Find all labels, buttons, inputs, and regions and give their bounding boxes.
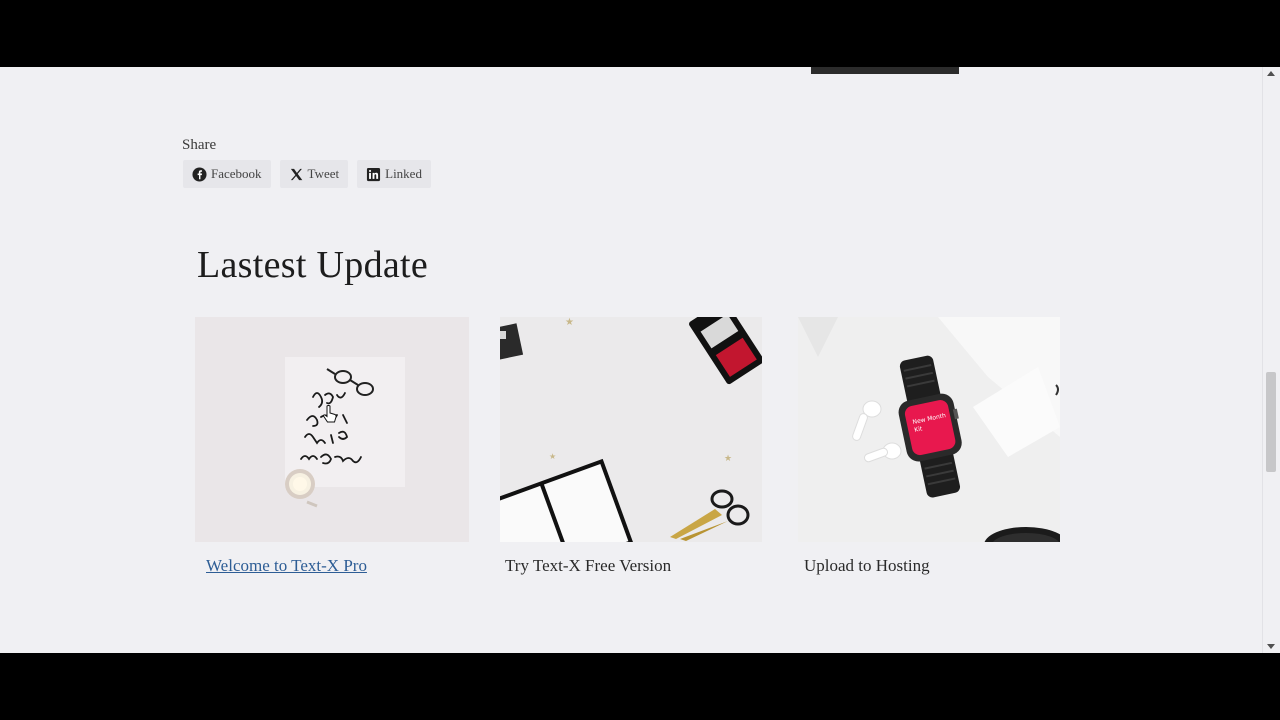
share-buttons: Facebook Tweet Linked bbox=[183, 160, 431, 188]
linkedin-icon bbox=[366, 167, 381, 182]
hand-cursor-icon bbox=[323, 405, 337, 423]
page-viewport: Share Facebook Tweet Linked Lastest Upda… bbox=[0, 67, 1280, 653]
share-tweet-button[interactable]: Tweet bbox=[279, 160, 349, 188]
post-title[interactable]: Try Text-X Free Version bbox=[505, 556, 762, 576]
svg-text:★: ★ bbox=[549, 452, 556, 461]
post-title-link[interactable]: Welcome to Text-X Pro bbox=[206, 556, 469, 576]
vertical-scrollbar[interactable] bbox=[1262, 67, 1280, 653]
post-image-desk[interactable]: ★ ★ ★ bbox=[500, 317, 762, 542]
share-label: Share bbox=[182, 137, 217, 153]
x-icon bbox=[289, 167, 304, 182]
facebook-icon bbox=[192, 166, 207, 182]
share-linkedin-button[interactable]: Linked bbox=[357, 160, 431, 188]
share-facebook-label: Facebook bbox=[211, 166, 262, 181]
svg-text:★: ★ bbox=[724, 454, 732, 464]
scroll-up-arrow-icon[interactable] bbox=[1267, 71, 1275, 76]
svg-text:★: ★ bbox=[565, 317, 574, 328]
section-title: Lastest Update bbox=[197, 244, 429, 286]
post-card: New Month Kit Upload to Hosting bbox=[798, 317, 1060, 576]
share-tweet-label: Tweet bbox=[307, 166, 340, 181]
share-facebook-button[interactable]: Facebook bbox=[183, 160, 271, 188]
post-image-smartwatch[interactable]: New Month Kit bbox=[798, 317, 1060, 542]
post-card: ★ ★ ★ Try Text-X Free Version bbox=[500, 317, 762, 576]
header-accent-bar bbox=[811, 67, 959, 74]
post-image-notebook[interactable] bbox=[195, 317, 469, 542]
share-linkedin-label: Linked bbox=[385, 166, 422, 181]
scroll-thumb[interactable] bbox=[1266, 372, 1276, 472]
scroll-down-arrow-icon[interactable] bbox=[1267, 644, 1275, 649]
post-title[interactable]: Upload to Hosting bbox=[804, 556, 1060, 576]
post-card: Welcome to Text-X Pro bbox=[195, 317, 469, 576]
